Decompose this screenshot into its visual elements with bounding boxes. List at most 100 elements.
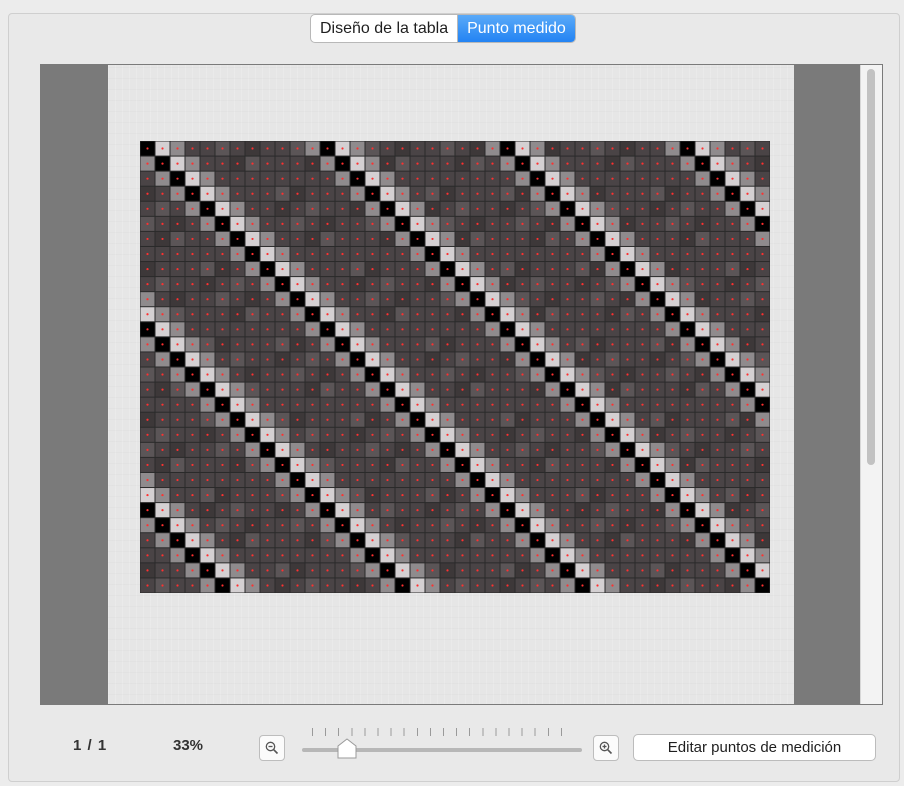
measurement-point bbox=[461, 493, 464, 497]
measurement-point bbox=[731, 252, 734, 256]
measurement-point bbox=[371, 448, 374, 451]
slider-thumb[interactable] bbox=[336, 738, 358, 760]
measurement-point bbox=[611, 283, 614, 286]
measurement-point bbox=[671, 463, 674, 467]
measurement-point bbox=[626, 493, 629, 497]
measurement-point bbox=[476, 237, 479, 241]
measurement-point bbox=[401, 162, 404, 165]
measurement-point bbox=[611, 343, 614, 346]
measurement-point bbox=[311, 298, 314, 301]
measurement-point bbox=[416, 418, 419, 421]
measurement-point bbox=[251, 539, 254, 542]
measurement-point bbox=[716, 524, 719, 527]
measurement-point bbox=[206, 493, 209, 497]
measurement-point bbox=[746, 418, 749, 421]
measurement-point bbox=[671, 388, 674, 391]
measurement-point bbox=[206, 373, 209, 376]
measurement-point bbox=[236, 252, 239, 256]
measurement-point bbox=[746, 343, 749, 346]
measurement-point bbox=[206, 403, 209, 406]
measurement-point bbox=[446, 252, 449, 256]
measurement-point bbox=[371, 313, 374, 316]
measurement-point bbox=[686, 463, 689, 467]
measurement-point bbox=[236, 162, 239, 165]
measurement-point bbox=[251, 493, 254, 497]
measurement-point bbox=[176, 267, 179, 271]
measurement-point bbox=[551, 252, 554, 256]
measurement-point bbox=[761, 313, 764, 316]
measurement-point bbox=[206, 388, 209, 391]
measurement-point bbox=[761, 554, 764, 557]
measurement-point bbox=[506, 448, 509, 451]
measurement-point bbox=[161, 207, 164, 210]
measurement-point bbox=[326, 222, 329, 225]
measurement-point bbox=[611, 237, 614, 241]
measurement-point bbox=[266, 524, 269, 527]
measurement-point bbox=[176, 463, 179, 467]
measurement-point bbox=[341, 328, 344, 331]
measurement-point bbox=[146, 448, 149, 451]
measurement-point bbox=[296, 448, 299, 451]
measurement-point bbox=[416, 448, 419, 451]
measurement-point bbox=[176, 147, 179, 150]
measurement-point bbox=[761, 493, 764, 497]
measurement-point bbox=[326, 313, 329, 316]
measurement-point bbox=[206, 418, 209, 421]
tab-measured-point[interactable]: Punto medido bbox=[457, 15, 575, 42]
measurement-point bbox=[206, 313, 209, 316]
measurement-point bbox=[716, 539, 719, 542]
measurement-point bbox=[521, 222, 524, 225]
measurement-point bbox=[371, 162, 374, 165]
measurement-point bbox=[626, 283, 629, 286]
measurement-point bbox=[221, 358, 224, 361]
measurement-point bbox=[611, 252, 614, 256]
measurement-point bbox=[641, 433, 644, 436]
measurement-point bbox=[491, 524, 494, 527]
measurement-point bbox=[371, 569, 374, 572]
tab-table-design[interactable]: Diseño de la tabla bbox=[311, 15, 457, 42]
measurement-point bbox=[641, 539, 644, 542]
measurement-point bbox=[281, 493, 284, 497]
measurement-point bbox=[206, 433, 209, 436]
measurement-point bbox=[236, 283, 239, 286]
measurement-point bbox=[416, 539, 419, 542]
measurement-point bbox=[476, 448, 479, 451]
measurement-point bbox=[161, 388, 164, 391]
scrollbar-thumb[interactable] bbox=[867, 69, 875, 465]
measurement-point bbox=[386, 433, 389, 436]
measurement-point bbox=[671, 252, 674, 256]
measurement-point bbox=[251, 237, 254, 241]
measurement-point bbox=[731, 177, 734, 180]
measurement-point bbox=[401, 207, 404, 210]
measurement-point bbox=[221, 267, 224, 271]
measurement-point bbox=[356, 569, 359, 572]
measurement-point bbox=[296, 539, 299, 542]
zoom-out-button[interactable] bbox=[259, 735, 285, 761]
measurement-point bbox=[416, 207, 419, 210]
measurement-point bbox=[431, 283, 434, 286]
measurement-point bbox=[341, 478, 344, 482]
measurement-point bbox=[371, 237, 374, 241]
edit-measurement-points-button[interactable]: Editar puntos de medición bbox=[633, 734, 876, 761]
vertical-scrollbar[interactable] bbox=[860, 65, 882, 704]
measurement-point bbox=[566, 569, 569, 572]
measurement-point bbox=[356, 267, 359, 271]
measurement-point bbox=[701, 433, 704, 436]
measurement-point bbox=[191, 373, 194, 376]
measurement-point bbox=[596, 207, 599, 210]
measurement-point bbox=[761, 237, 764, 241]
measurement-point bbox=[506, 433, 509, 436]
measurement-point bbox=[356, 207, 359, 210]
measurement-point bbox=[326, 584, 329, 587]
measurement-point bbox=[641, 418, 644, 421]
measurement-point bbox=[581, 373, 584, 376]
measurement-point bbox=[176, 569, 179, 572]
zoom-in-button[interactable] bbox=[593, 735, 619, 761]
measurement-point bbox=[401, 177, 404, 180]
measurement-point bbox=[371, 328, 374, 331]
zoom-slider[interactable] bbox=[302, 728, 582, 762]
measurement-point bbox=[656, 493, 659, 497]
measurement-point bbox=[671, 509, 674, 512]
measurement-point bbox=[146, 252, 149, 256]
measurement-point bbox=[596, 569, 599, 572]
